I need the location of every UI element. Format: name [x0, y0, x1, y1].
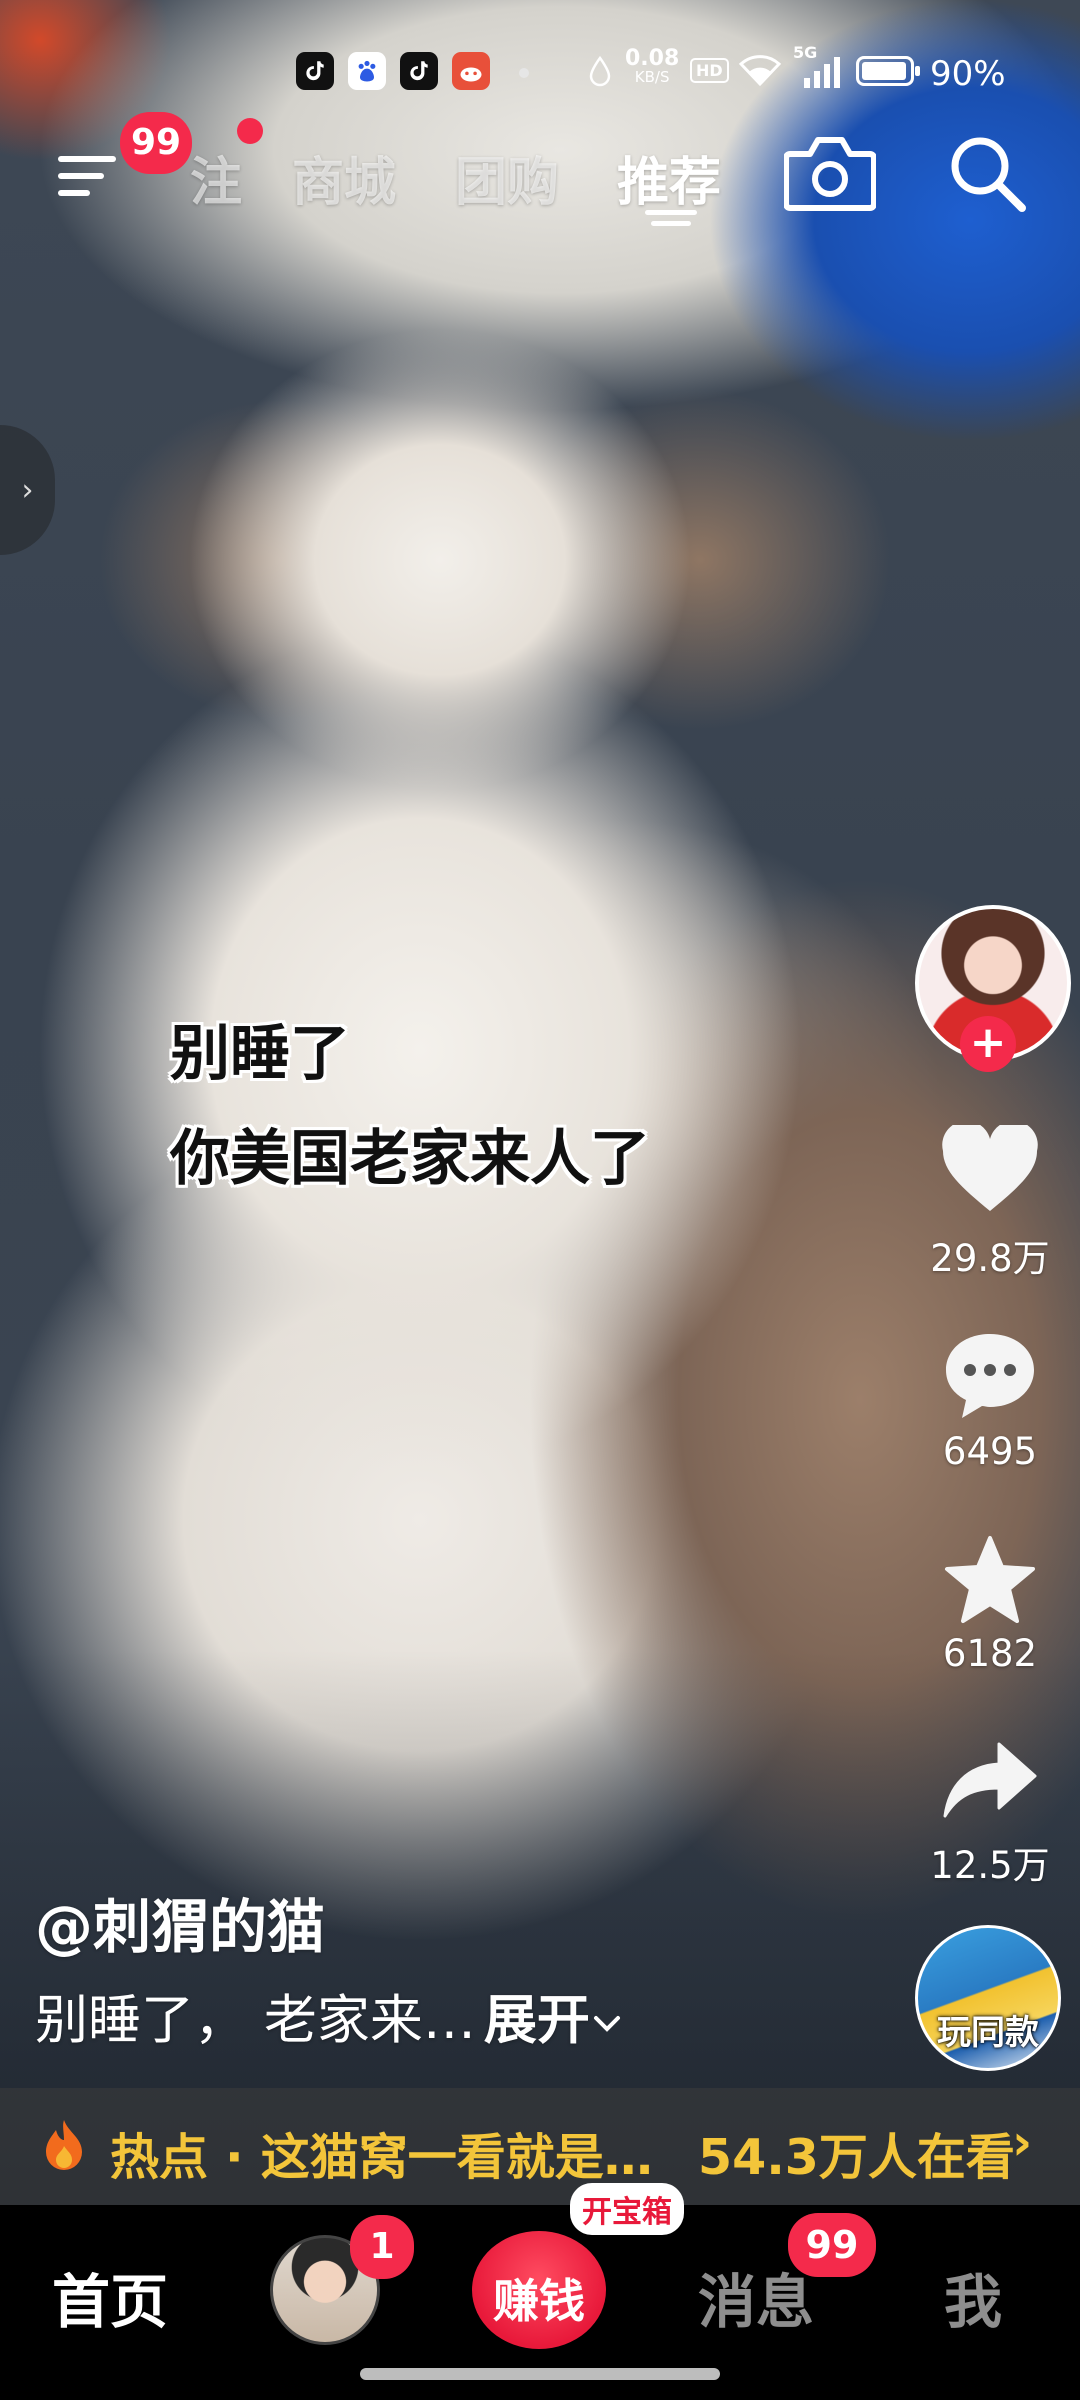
nav-home[interactable]: 首页 — [52, 2255, 168, 2339]
earn-label: 赚钱 — [493, 2274, 585, 2328]
hot-topic-label: 热点 · 这猫窝一看就是… — [110, 2129, 653, 2186]
menu-icon — [58, 156, 116, 196]
baidu-icon — [348, 52, 386, 90]
notification-dot — [519, 68, 529, 78]
camera-icon — [783, 137, 877, 211]
comment-button[interactable] — [942, 1330, 1038, 1426]
hot-topic-bar[interactable]: 热点 · 这猫窝一看就是… 54.3万人在看 › — [0, 2088, 1080, 2206]
tab-following[interactable]: 注 — [190, 140, 242, 215]
search-icon — [951, 137, 1026, 212]
video-caption-line-2: 你美国老家来人了 — [170, 1124, 650, 1194]
camera-button[interactable] — [783, 134, 877, 216]
favorite-button[interactable] — [944, 1535, 1036, 1629]
screen: 0.08 KB/S HD 5G 90% 99 注 商城 团购 推荐 › 别睡了 … — [0, 0, 1080, 2400]
search-button[interactable] — [946, 132, 1030, 220]
share-icon — [943, 1742, 1037, 1818]
wifi-icon — [738, 52, 782, 92]
chevron-right-icon: › — [21, 472, 34, 508]
expand-label: 展开 — [483, 1990, 590, 2051]
tiktok-lite-icon — [400, 52, 438, 90]
earn-button[interactable]: 赚钱 — [472, 2231, 606, 2349]
nav-me[interactable]: 我 — [944, 2255, 1002, 2339]
top-nav: 99 注 商城 团购 推荐 — [0, 112, 1080, 226]
chevron-down-icon — [593, 2016, 620, 2033]
data-speed: 0.08 KB/S — [625, 46, 680, 87]
tab-group-buy[interactable]: 团购 — [455, 140, 559, 215]
battery-level: 90% — [930, 54, 1006, 94]
tiktok-icon — [296, 52, 334, 90]
favorite-count: 6182 — [942, 1632, 1038, 1675]
star-icon — [945, 1536, 1035, 1623]
comment-icon — [946, 1334, 1034, 1418]
tab-recommend[interactable]: 推荐 — [617, 140, 721, 215]
friends-badge: 1 — [350, 2215, 414, 2279]
earn-tag: 开宝箱 — [570, 2183, 684, 2235]
viewer-count: 54.3万人在看 — [698, 2129, 1015, 2186]
hd-badge: HD — [690, 58, 729, 83]
author-name[interactable]: @刺猬的猫 — [35, 1880, 325, 1964]
expand-button[interactable]: 展开 — [484, 1990, 624, 2051]
data-saver-icon — [588, 55, 612, 92]
status-bar: 0.08 KB/S HD 5G 90% — [0, 44, 1080, 98]
follow-button[interactable]: + — [960, 1016, 1016, 1072]
tab-mall[interactable]: 商城 — [292, 140, 396, 215]
battery-icon — [856, 56, 920, 86]
use-template-label: 玩同款 — [937, 2013, 1039, 2053]
like-count: 29.8万 — [930, 1237, 1050, 1280]
signal-icon — [798, 56, 842, 94]
chevron-right-icon: › — [1012, 2114, 1033, 2171]
plus-icon: + — [969, 1017, 1007, 1068]
share-button[interactable] — [943, 1740, 1037, 1824]
game-icon — [452, 52, 490, 90]
home-indicator[interactable] — [360, 2368, 720, 2380]
use-template-button[interactable]: 玩同款 — [915, 1925, 1061, 2071]
fire-icon — [42, 2118, 86, 2176]
like-button[interactable] — [941, 1120, 1039, 1219]
post-description: 别睡了， 老家来… 展开 — [35, 1978, 624, 2054]
description-text: 别睡了， 老家来… — [35, 1990, 476, 2051]
comment-count: 6495 — [942, 1430, 1038, 1473]
messages-badge: 99 — [788, 2213, 876, 2277]
menu-button[interactable] — [58, 148, 118, 204]
video-caption-line-1: 别睡了 — [170, 1019, 350, 1089]
heart-icon — [942, 1120, 1038, 1211]
menu-badge: 99 — [120, 112, 192, 174]
share-count: 12.5万 — [930, 1844, 1050, 1887]
refresh-indicator-icon — [645, 208, 697, 236]
